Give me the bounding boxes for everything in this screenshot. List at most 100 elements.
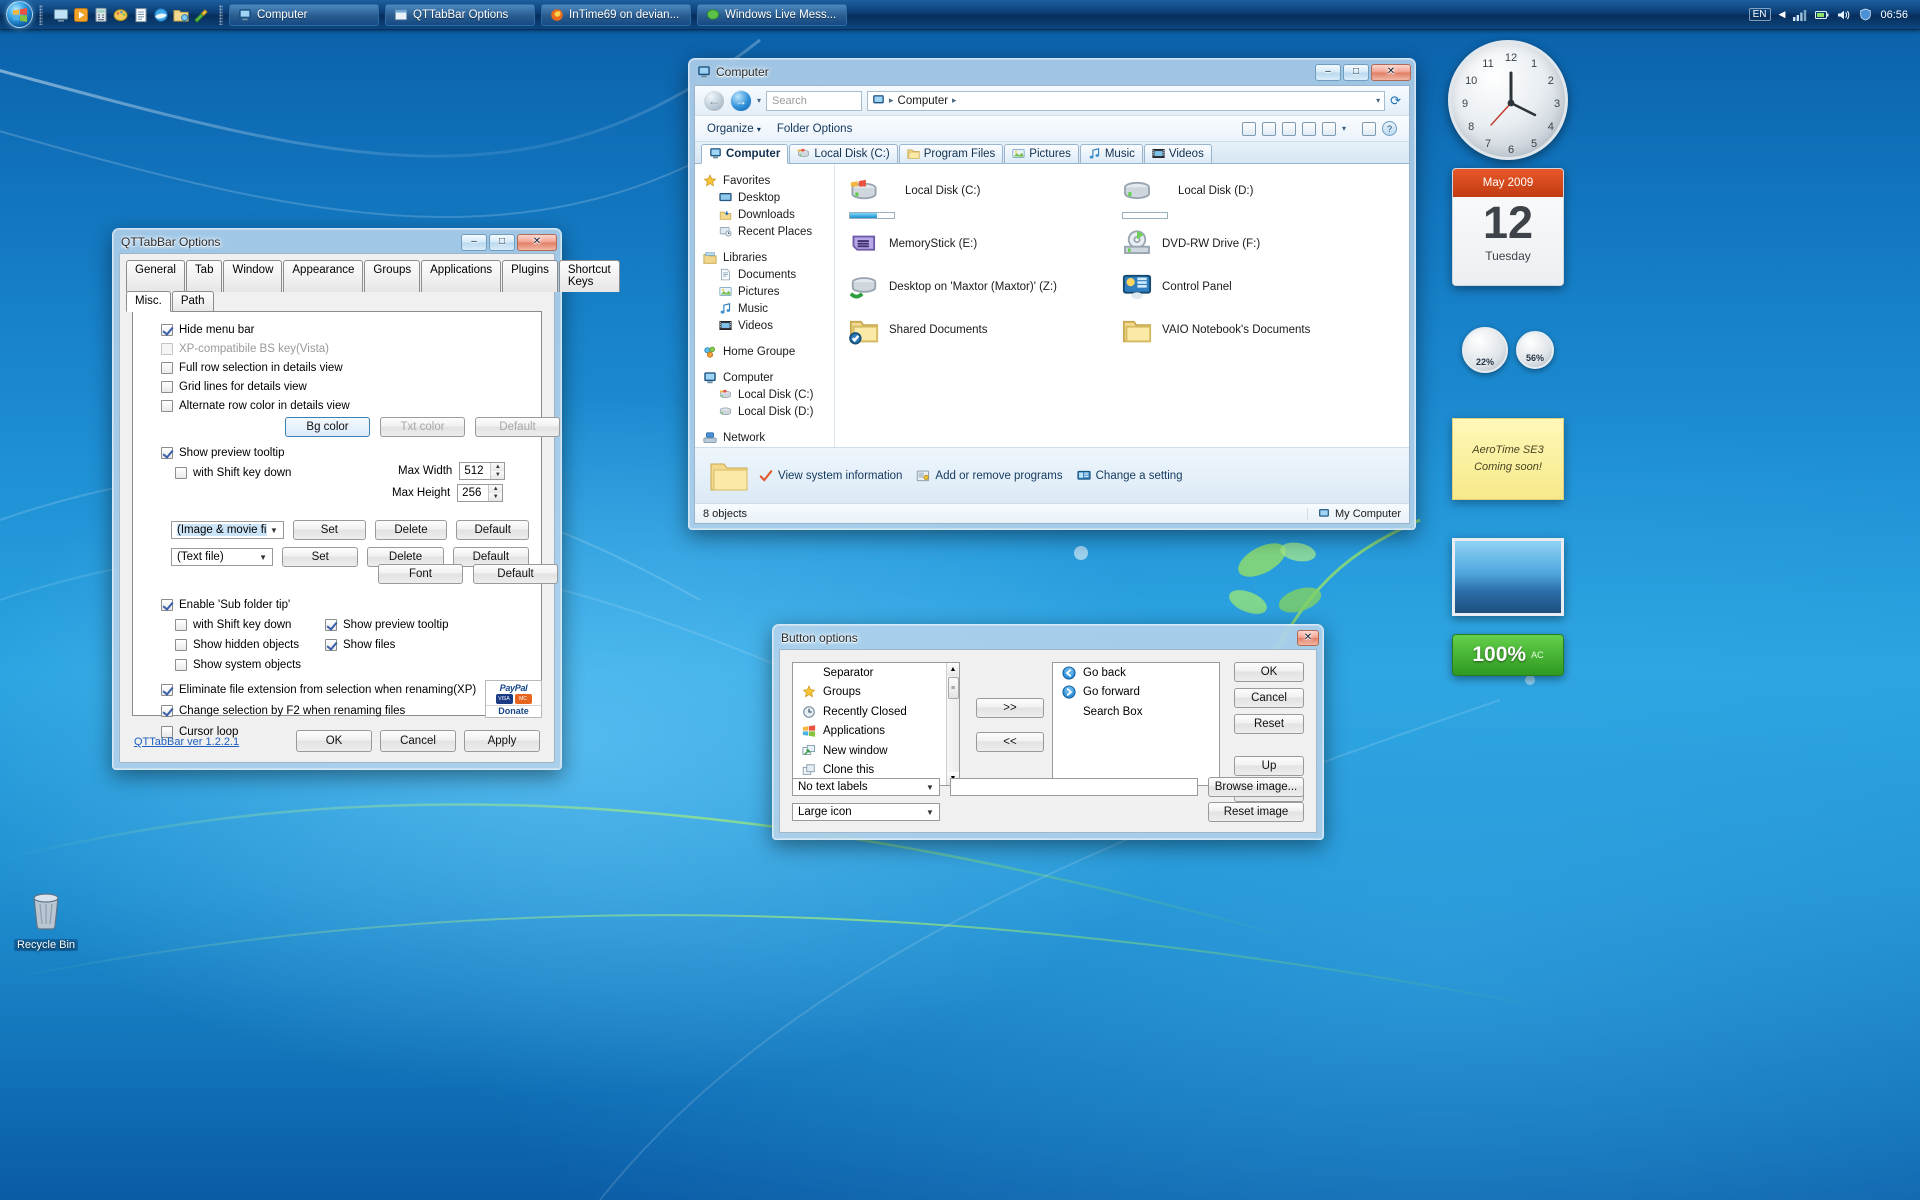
taskbar-button-intime69-on-devian-[interactable]: InTime69 on devian... [541, 3, 691, 26]
explorer-titlebar[interactable]: Computer – □ ✕ [689, 59, 1415, 85]
button-options-window[interactable]: Button options ✕ Separator Groups Recently… [772, 624, 1324, 840]
layout-icon[interactable] [1362, 121, 1376, 136]
view-buttons[interactable]: ▾ ? [1241, 121, 1397, 136]
nav-item-local-disk-d-[interactable]: Local Disk (D:) [703, 403, 834, 420]
misc-top-checkboxes[interactable]: Hide menu bar XP-compatibile BS key(Vista… [161, 324, 350, 412]
file-type-delete-button-0[interactable]: Delete [374, 520, 448, 540]
color-buttons-row[interactable]: Bg color Txt color Default [285, 417, 560, 437]
browse-image-button[interactable]: Browse image... [1208, 777, 1304, 797]
file-item-shared-documents[interactable]: Shared Documents [849, 315, 1122, 348]
max-width-value[interactable]: 512 [460, 463, 490, 479]
donate-button[interactable]: PayPal VISA MC Donate [485, 680, 542, 718]
version-link[interactable]: QTTabBar ver 1.2.2.1 [134, 736, 239, 748]
explorer-tab-videos[interactable]: Videos [1143, 144, 1212, 163]
calendar-gadget[interactable]: May 2009 12 Tuesday [1452, 168, 1564, 286]
file-item-memorystick-e-[interactable]: MemoryStick (E:) [849, 229, 1122, 262]
taskbar-button-computer[interactable]: Computer [229, 3, 379, 26]
move-right-button[interactable]: >> [976, 698, 1044, 718]
explorer-window[interactable]: Computer – □ ✕ ← → ▾ Search ▸ Computer ▸… [688, 58, 1416, 530]
icon-size-combo[interactable]: Large icon ▼ [792, 803, 940, 821]
language-indicator[interactable]: EN [1748, 8, 1771, 21]
dialog-buttons[interactable]: OK Cancel Apply [296, 730, 540, 752]
dialog-apply-button[interactable]: Apply [464, 730, 540, 752]
navigation-pane[interactable]: Favorites Desktop Downloads Recent Places Li… [695, 164, 835, 447]
max-height-value[interactable]: 256 [458, 485, 488, 501]
show-preview-tooltip-row[interactable]: Show preview tooltip [161, 447, 284, 459]
cpu-meter-gadget[interactable]: 22% 56% [1452, 300, 1564, 400]
calculator-icon[interactable] [93, 7, 109, 23]
notes-gadget[interactable]: AeroTime SE3 Coming soon! [1452, 418, 1564, 500]
spin-down-icon[interactable]: ▼ [491, 471, 505, 479]
subfolder-tip-row[interactable]: Enable 'Sub folder tip' [161, 599, 290, 611]
available-list-item-1[interactable]: Groups [793, 683, 959, 703]
qttabbar-tab-appearance[interactable]: Appearance [283, 260, 364, 292]
nav-item-downloads[interactable]: Downloads [703, 206, 834, 223]
file-item-desktop-on-maxtor-maxtor-z-[interactable]: Desktop on 'Maxtor (Maxtor)' (Z:) [849, 272, 1122, 305]
max-height-stepper[interactable]: 256 ▲ ▼ [457, 484, 504, 502]
color-button-0[interactable]: Bg color [285, 417, 370, 437]
max-height-spin-buttons[interactable]: ▲ ▼ [488, 485, 503, 501]
color-button-1[interactable]: Txt color [380, 417, 465, 437]
selected-list-item-1[interactable]: Go forward [1053, 683, 1219, 703]
details-link-change-a-setting[interactable]: Change a setting [1077, 469, 1183, 483]
nav-group-network[interactable]: Network [703, 429, 834, 446]
details-link-add-or-remove-programs[interactable]: Add or remove programs [916, 469, 1063, 483]
file-list-pane[interactable]: Local Disk (C:) Local Disk (D:) MemoryStic… [835, 164, 1409, 447]
text-labels-row[interactable]: No text labels ▼ Browse image... [792, 777, 1304, 797]
button-options-titlebar[interactable]: Button options ✕ [773, 625, 1323, 651]
explorer-tab-program-files[interactable]: Program Files [898, 144, 1004, 163]
subfolder-tip-checkbox[interactable]: Enable 'Sub folder tip' [161, 599, 290, 611]
qttabbar-tab-applications[interactable]: Applications [421, 260, 502, 292]
font-row[interactable]: Font Default [378, 564, 558, 584]
side-ok-button[interactable]: OK [1234, 662, 1304, 682]
minimize-button[interactable]: – [1315, 63, 1341, 81]
qttabbar-tab-plugins[interactable]: Plugins [502, 260, 558, 292]
media-player-icon[interactable] [73, 7, 89, 23]
breadcrumb-separator[interactable]: ▸ [952, 95, 957, 106]
misc-bottom-checkbox-0[interactable]: Eliminate file extension from selection … [161, 684, 476, 696]
subfolder-checkbox-2[interactable]: Show hidden objects [175, 639, 325, 651]
available-buttons-list[interactable]: Separator Groups Recently Closed Applicatio… [792, 662, 960, 786]
file-item-local-disk-c-[interactable]: Local Disk (C:) [849, 176, 1122, 219]
maximize-button[interactable]: □ [1343, 63, 1369, 81]
available-list-scrollbar[interactable]: ▲ ≡ ▼ [946, 663, 959, 785]
image-path-input[interactable] [950, 778, 1198, 796]
security-icon[interactable] [1859, 8, 1872, 21]
slideshow-gadget[interactable] [1452, 538, 1564, 616]
battery-gadget[interactable]: 100% AC [1452, 634, 1564, 676]
recycle-bin[interactable]: Recycle Bin [10, 888, 82, 953]
subfolder-checkbox-3[interactable]: Show files [325, 639, 485, 651]
qttabbar-tab-tab[interactable]: Tab [185, 260, 223, 292]
clock-time[interactable]: 06:56 [1880, 9, 1908, 21]
file-type-default-button-0[interactable]: Default [456, 520, 530, 540]
qttabbar-tab-path[interactable]: Path [171, 291, 214, 312]
nav-item-desktop[interactable]: Desktop [703, 189, 834, 206]
font-row-default-button[interactable]: Default [473, 564, 558, 584]
show-hidden-icons[interactable]: ◀ [1779, 9, 1786, 20]
explorer-tab-strip[interactable]: Computer Local Disk (C:) Program Files Pict… [695, 142, 1409, 164]
nav-group-favorites[interactable]: Favorites [703, 172, 834, 189]
folder-options-button[interactable]: Folder Options [777, 123, 852, 135]
side-reset-button[interactable]: Reset [1234, 714, 1304, 734]
spin-down-icon[interactable]: ▼ [489, 493, 503, 501]
qttabbar-tabs-row2[interactable]: Misc. Path [126, 291, 548, 312]
qttabbar-tab-shortcut-keys[interactable]: Shortcut Keys [558, 260, 620, 292]
list-view-icon[interactable] [1281, 121, 1296, 136]
show-desktop-icon[interactable] [53, 7, 69, 23]
move-left-button[interactable]: << [976, 732, 1044, 752]
qttabbar-tab-misc-[interactable]: Misc. [126, 291, 171, 312]
minimize-button[interactable]: – [461, 233, 487, 251]
breadcrumb[interactable]: ▸ Computer ▸ ▾ [867, 90, 1386, 111]
file-type-combo-0[interactable]: (Image & movie file)▼ [171, 521, 284, 539]
explorer-window-controls[interactable]: – □ ✕ [1315, 63, 1411, 81]
file-item-local-disk-d-[interactable]: Local Disk (D:) [1122, 176, 1395, 219]
battery-icon[interactable] [1815, 9, 1829, 21]
move-buttons[interactable]: >> << [976, 698, 1044, 752]
nav-group-libraries[interactable]: Libraries [703, 249, 834, 266]
search-input[interactable]: Search [766, 90, 863, 111]
start-button[interactable] [6, 1, 33, 28]
explorer-tab-music[interactable]: Music [1079, 144, 1143, 163]
qttabbar-tab-general[interactable]: General [126, 260, 185, 292]
font-row-font-button[interactable]: Font [378, 564, 463, 584]
explorer-icon[interactable] [173, 7, 189, 23]
